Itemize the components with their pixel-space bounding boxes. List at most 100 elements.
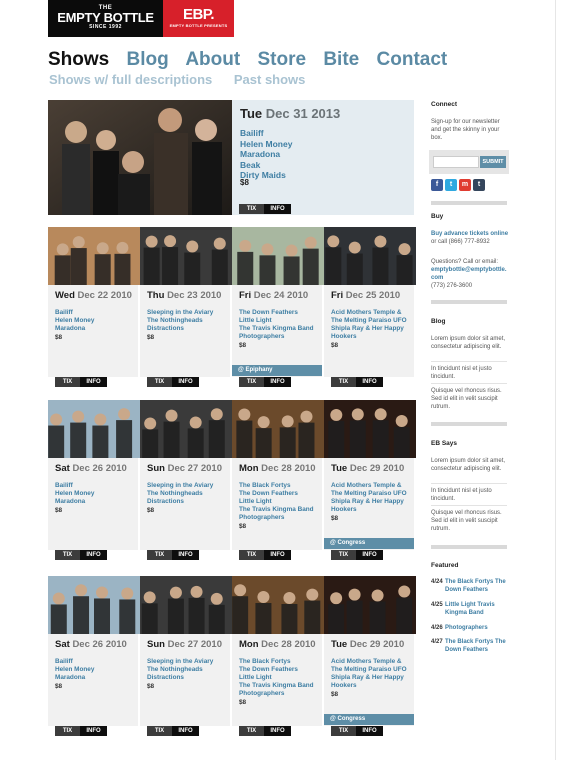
venue-tag[interactable]: @ Congress [324,714,414,725]
band-link[interactable]: Sleeping in the Aviary [147,482,235,490]
featured-item[interactable]: 4/27 The Black Fortys The Down Feathers [429,638,509,658]
eb-says-item[interactable]: Quisque vel rhoncus risus. Sed id elit i… [431,509,509,533]
band-link[interactable]: The Nothingheads [147,490,235,498]
band-link[interactable]: The Melting Paraiso UFO [331,490,419,498]
tix-button[interactable]: TIX [331,377,356,387]
band-link[interactable]: The Nothingheads [147,317,235,325]
band-photo[interactable] [48,400,140,458]
band-photo[interactable] [324,400,416,458]
band-link[interactable]: Helen Money [240,139,292,150]
band-link[interactable]: Photographers [239,333,327,341]
tix-button[interactable]: TIX [147,726,172,736]
info-button[interactable]: INFO [356,377,383,387]
band-link[interactable]: Maradona [55,325,143,333]
band-photo[interactable] [232,576,324,634]
info-button[interactable]: INFO [356,726,383,736]
info-button[interactable]: INFO [264,377,291,387]
tix-button[interactable]: TIX [239,377,264,387]
band-link[interactable]: Distractions [147,674,235,682]
venue-tag[interactable]: @ Congress [324,538,414,549]
blog-item[interactable]: In tincidunt nisl et justo tincidunt. [431,365,509,381]
band-link[interactable]: Sleeping in the Aviary [147,658,235,666]
tix-button[interactable]: TIX [55,377,80,387]
band-link[interactable]: The Black Fortys [239,658,327,666]
info-button[interactable]: INFO [356,550,383,560]
band-link[interactable]: Beak [240,160,292,171]
band-link[interactable]: The Travis Kingma Band [239,506,327,514]
band-photo[interactable] [324,227,416,285]
ebp-logo[interactable]: EBP. EMPTY BOTTLE PRESENTS [163,0,234,37]
band-link[interactable]: The Nothingheads [147,666,235,674]
band-link[interactable]: Little Light [239,674,327,682]
tix-button[interactable]: TIX [331,550,356,560]
myspace-icon[interactable]: m [459,179,471,191]
info-button[interactable]: INFO [264,204,291,214]
nav-store[interactable]: Store [257,49,306,70]
nav-bite[interactable]: Bite [323,49,359,70]
band-link[interactable]: Shipla Ray & Her Happy [331,674,419,682]
featured-band-photo[interactable] [48,100,232,215]
band-link[interactable]: Bailiff [55,658,143,666]
band-photo[interactable] [140,576,232,634]
info-button[interactable]: INFO [172,377,199,387]
nav-contact[interactable]: Contact [377,49,448,70]
empty-bottle-logo[interactable]: THE EMPTY BOTTLE SINCE 1992 [48,0,163,37]
buy-tickets-link[interactable]: Buy advance tickets online [431,231,508,237]
band-link[interactable]: The Down Feathers [239,309,327,317]
band-link[interactable]: Distractions [147,498,235,506]
featured-bands[interactable]: The Black Fortys The Down Feathers [445,638,511,654]
info-button[interactable]: INFO [80,726,107,736]
nav-about[interactable]: About [185,49,240,70]
band-link[interactable]: Acid Mothers Temple & [331,658,419,666]
band-link[interactable]: Maradona [55,498,143,506]
subnav-full-descriptions[interactable]: Shows w/ full descriptions [49,72,212,87]
band-link[interactable]: Little Light [239,317,327,325]
band-link[interactable]: The Travis Kingma Band [239,682,327,690]
band-link[interactable]: Bailiff [55,482,143,490]
band-link[interactable]: Helen Money [55,317,143,325]
band-link[interactable]: Hookers [331,333,419,341]
band-link[interactable]: Maradona [55,674,143,682]
band-link[interactable]: The Travis Kingma Band [239,325,327,333]
info-button[interactable]: INFO [264,726,291,736]
band-link[interactable]: The Down Feathers [239,490,327,498]
tix-button[interactable]: TIX [55,726,80,736]
twitter-icon[interactable]: t [445,179,457,191]
tix-button[interactable]: TIX [55,550,80,560]
newsletter-submit-button[interactable]: SUBMIT [480,156,506,168]
nav-shows[interactable]: Shows [48,49,109,70]
venue-tag[interactable]: @ Epiphany [232,365,322,376]
band-link[interactable]: Shipla Ray & Her Happy [331,325,419,333]
email-link[interactable]: emptybottle@emptybottle.com [431,266,509,282]
tix-button[interactable]: TIX [239,204,264,214]
nav-blog[interactable]: Blog [127,49,169,70]
featured-bands[interactable]: Photographers [445,624,511,632]
featured-item[interactable]: 4/24 The Black Fortys The Down Feathers [429,578,509,598]
eb-says-item[interactable]: Lorem ipsum dolor sit amet, consectetur … [431,457,509,473]
featured-bands[interactable]: Little Light Travis Kingma Band [445,601,511,617]
band-link[interactable]: Distractions [147,325,235,333]
tix-button[interactable]: TIX [147,550,172,560]
info-button[interactable]: INFO [80,550,107,560]
featured-item[interactable]: 4/25 Little Light Travis Kingma Band [429,601,509,621]
eb-says-item[interactable]: In tincidunt nisl et justo tincidunt. [431,487,509,503]
band-link[interactable]: The Melting Paraiso UFO [331,317,419,325]
band-link[interactable]: Bailiff [55,309,143,317]
band-link[interactable]: Sleeping in the Aviary [147,309,235,317]
newsletter-email-input[interactable] [433,156,479,168]
info-button[interactable]: INFO [80,377,107,387]
tix-button[interactable]: TIX [239,550,264,560]
band-link[interactable]: Photographers [239,690,327,698]
band-link[interactable]: Shipla Ray & Her Happy [331,498,419,506]
tix-button[interactable]: TIX [239,726,264,736]
band-link[interactable]: The Black Fortys [239,482,327,490]
band-link[interactable]: Bailiff [240,128,292,139]
band-photo[interactable] [140,227,232,285]
tix-button[interactable]: TIX [331,726,356,736]
band-link[interactable]: Acid Mothers Temple & [331,309,419,317]
info-button[interactable]: INFO [264,550,291,560]
band-photo[interactable] [140,400,232,458]
band-link[interactable]: Helen Money [55,490,143,498]
band-link[interactable]: Hookers [331,682,419,690]
band-photo[interactable] [232,400,324,458]
